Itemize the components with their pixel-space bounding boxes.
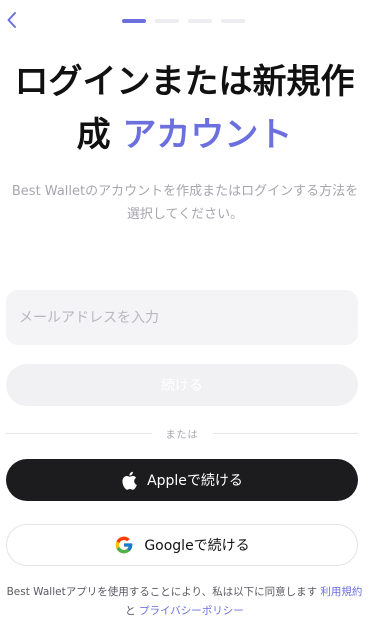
apple-signin-button[interactable]: Appleで続ける xyxy=(6,459,358,501)
google-icon xyxy=(114,535,134,555)
continue-button-label: 続ける xyxy=(161,378,203,394)
or-divider: または xyxy=(6,424,358,442)
privacy-policy-link[interactable]: プライバシーポリシー xyxy=(139,605,244,617)
email-field[interactable] xyxy=(6,290,358,345)
terms-notice: Best Walletアプリを使用することにより、私は以下に同意します 利用規約… xyxy=(6,583,363,621)
apple-icon xyxy=(121,471,137,490)
google-signin-label: Googleで続ける xyxy=(144,538,250,554)
divider-label: または xyxy=(165,429,199,441)
apple-signin-label: Appleで続ける xyxy=(147,473,243,489)
terms-prefix: Best Walletアプリを使用することにより、私は以下に同意します xyxy=(6,586,318,598)
progress-indicator xyxy=(122,19,245,23)
page-title-line1: ログインまたは新規作 xyxy=(14,62,355,102)
terms-conjunction: と xyxy=(125,605,136,617)
page-subtitle: Best Walletのアカウントを作成またはログインする方法を選択してください… xyxy=(11,184,359,222)
google-signin-button[interactable]: Googleで続ける xyxy=(6,524,358,566)
page-title-prefix: 成 xyxy=(76,115,111,155)
divider-line-left xyxy=(6,432,152,434)
terms-of-use-link[interactable]: 利用規約 xyxy=(320,586,362,598)
continue-button[interactable]: 続ける xyxy=(6,364,358,406)
divider-line-right xyxy=(212,432,358,434)
progress-step-1 xyxy=(122,19,146,23)
page-title-line2: 成 アカウント xyxy=(0,109,369,162)
page-title: ログインまたは新規作 成 アカウント xyxy=(0,56,369,162)
progress-step-2 xyxy=(155,19,179,23)
back-button[interactable] xyxy=(2,8,22,32)
chevron-left-icon xyxy=(6,11,18,29)
page-title-accent: アカウント xyxy=(122,115,293,155)
progress-step-4 xyxy=(221,19,245,23)
progress-step-3 xyxy=(188,19,212,23)
